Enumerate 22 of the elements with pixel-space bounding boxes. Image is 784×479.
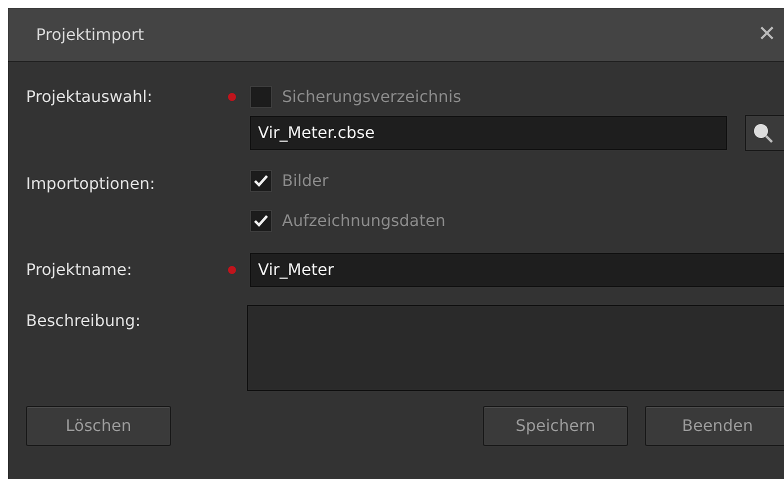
dialog-button[interactable]: Beenden (645, 406, 784, 446)
dialog-button[interactable]: Speichern (483, 406, 628, 446)
field-label: Importoptionen: (26, 173, 156, 195)
field-label: Projektauswahl: (26, 86, 154, 108)
description-field[interactable] (247, 305, 784, 391)
checkbox[interactable] (250, 210, 272, 232)
close-button[interactable]: ✕ (756, 18, 778, 51)
checkbox[interactable] (250, 86, 272, 108)
checkmark-icon (254, 215, 268, 227)
search-icon (752, 122, 774, 144)
field-label: Projektname: (26, 259, 133, 281)
field-label: Beschreibung: (26, 310, 142, 332)
checkmark-icon (254, 175, 268, 187)
checkbox[interactable] (250, 170, 272, 192)
search-button[interactable] (745, 115, 784, 151)
file-field[interactable]: Vir_Meter.cbse (250, 116, 727, 150)
checkbox-label: Bilder (282, 170, 328, 192)
checkbox-label: Aufzeichnungsdaten (282, 210, 446, 232)
window-title: Projektimport (36, 24, 144, 46)
name-field[interactable]: Vir_Meter (250, 253, 784, 287)
checkbox-label: Sicherungsverzeichnis (282, 86, 462, 108)
dialog-button[interactable]: Löschen (26, 406, 171, 446)
